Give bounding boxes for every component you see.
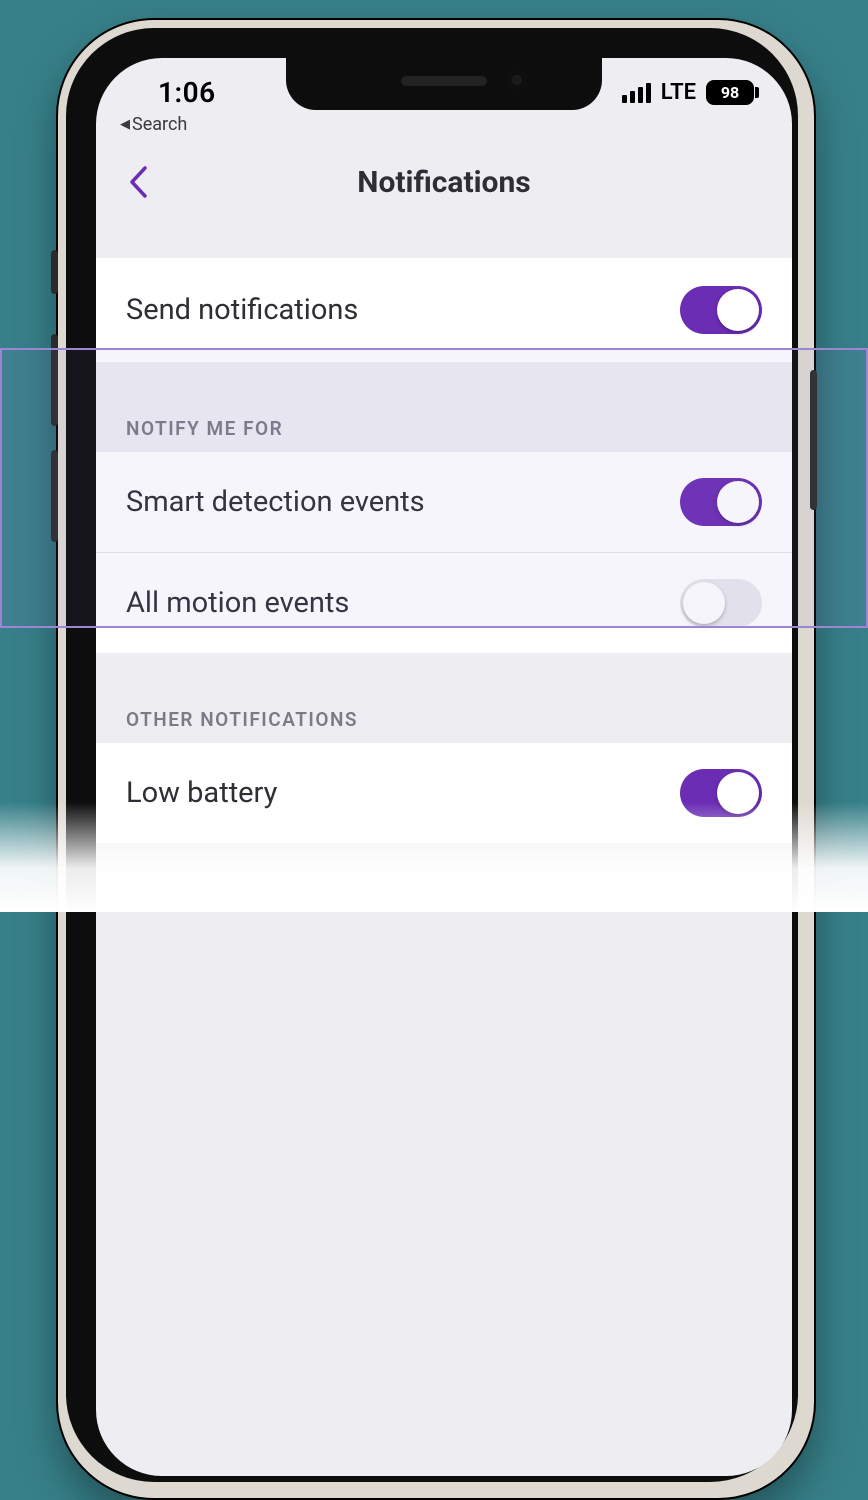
section-header-notify-me-for: NOTIFY ME FOR bbox=[96, 396, 792, 452]
breadcrumb-back-to-search[interactable]: ◀ Search bbox=[120, 114, 187, 135]
silence-switch bbox=[51, 250, 58, 294]
toggle-smart-detection-events[interactable] bbox=[680, 478, 762, 526]
toggle-low-battery[interactable] bbox=[680, 769, 762, 817]
section-header-label: OTHER NOTIFICATIONS bbox=[126, 708, 358, 731]
section-header-label: NOTIFY ME FOR bbox=[126, 417, 283, 440]
row-label: Smart detection events bbox=[126, 485, 425, 519]
battery-level: 98 bbox=[721, 83, 739, 102]
battery-indicator: 98 bbox=[706, 80, 754, 105]
row-smart-detection-events: Smart detection events bbox=[96, 452, 792, 552]
breadcrumb-label: Search bbox=[132, 114, 187, 135]
row-label: Low battery bbox=[126, 776, 277, 810]
section-gap bbox=[96, 843, 792, 877]
section-gap bbox=[96, 653, 792, 687]
power-button bbox=[810, 370, 817, 510]
back-button[interactable] bbox=[116, 160, 160, 204]
row-send-notifications: Send notifications bbox=[96, 258, 792, 362]
status-right: LTE 98 bbox=[622, 80, 754, 105]
cellular-signal-icon bbox=[622, 83, 651, 103]
chevron-left-icon bbox=[127, 165, 149, 199]
nav-header: Notifications bbox=[96, 140, 792, 224]
network-label: LTE bbox=[661, 80, 696, 105]
row-low-battery: Low battery bbox=[96, 743, 792, 843]
row-label: Send notifications bbox=[126, 293, 358, 327]
notch bbox=[286, 58, 602, 110]
section-header-other-notifications: OTHER NOTIFICATIONS bbox=[96, 687, 792, 743]
section-gap bbox=[96, 362, 792, 396]
page-title: Notifications bbox=[357, 165, 530, 200]
row-all-motion-events: All motion events bbox=[96, 552, 792, 653]
screen: 1:06 LTE 98 ◀ Search bbox=[96, 58, 792, 1476]
section-gap bbox=[96, 224, 792, 258]
toggle-send-notifications[interactable] bbox=[680, 286, 762, 334]
volume-up-button bbox=[51, 334, 58, 426]
volume-down-button bbox=[51, 450, 58, 542]
phone-inner-shell: 1:06 LTE 98 ◀ Search bbox=[66, 28, 798, 1482]
status-time: 1:06 bbox=[158, 76, 216, 109]
row-label: All motion events bbox=[126, 586, 349, 620]
breadcrumb-arrow-icon: ◀ bbox=[120, 118, 130, 131]
toggle-all-motion-events[interactable] bbox=[680, 579, 762, 627]
